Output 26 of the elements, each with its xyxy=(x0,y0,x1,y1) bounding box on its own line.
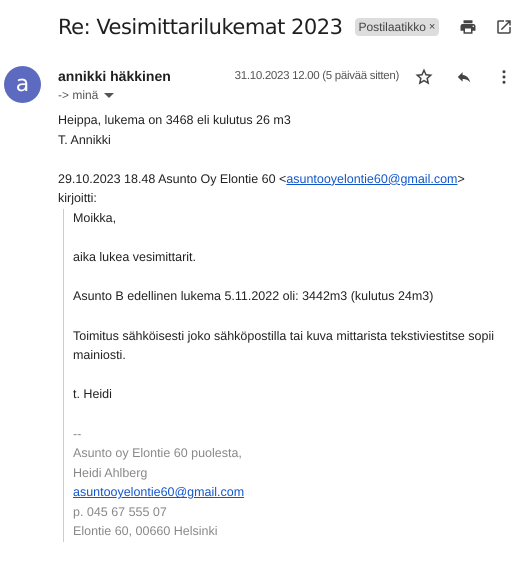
email-date: 31.10.2023 12.00 (5 päivää sitten) xyxy=(234,70,399,82)
quote-paragraph: aika lukea vesimittarit. xyxy=(73,249,197,266)
body-line: Heippa, lukema on 3468 eli kulutus 26 m3 xyxy=(58,112,292,129)
remove-label-icon[interactable]: × xyxy=(428,21,436,33)
email-subject: Re: Vesimittarilukemat 2023 xyxy=(58,15,342,39)
signature-link[interactable]: asuntooyelontie60@gmail.com xyxy=(73,485,244,500)
recipient-label: -> minä xyxy=(58,88,98,102)
quote-paragraph: Moikka, xyxy=(73,210,118,227)
email-link[interactable]: asuntooyelontie60@gmail.com xyxy=(286,172,458,186)
signature-line: p. 045 67 555 07 xyxy=(73,504,167,519)
quote-paragraph: t. Heidi xyxy=(73,386,113,404)
avatar: a xyxy=(4,66,41,103)
signature-line: Elontie 60, 00660 Helsinki xyxy=(73,524,218,538)
signature-line: -- xyxy=(73,426,82,440)
sender-name: annikki häkkinen xyxy=(58,68,171,84)
body-line: T. Annikki xyxy=(58,132,112,149)
label-chip[interactable]: Postilaatikko × xyxy=(354,18,440,36)
star-icon[interactable] xyxy=(415,68,433,86)
open-in-new-icon[interactable] xyxy=(495,18,513,36)
signature-line: Heidi Ahlberg xyxy=(73,466,148,480)
quote-paragraph: Asunto B edellinen lukema 5.11.2022 oli: 3442m3 (kulutus 24m3) xyxy=(73,288,434,306)
caret-icon[interactable] xyxy=(104,92,114,98)
signature-line: Asunto oy Elontie 60 puolesta, xyxy=(73,446,242,460)
print-icon[interactable] xyxy=(459,18,477,36)
quote-paragraph: Toimitus sähköisesti joko sähköpostilla tai kuva mittarista tekstiviestitse sopii mainiosti. xyxy=(73,328,496,364)
quote-header: 29.10.2023 18.48 Asunto Oy Elontie 60 <asuntooyelontie60@gmail.com> kirjoitti: xyxy=(58,170,466,208)
